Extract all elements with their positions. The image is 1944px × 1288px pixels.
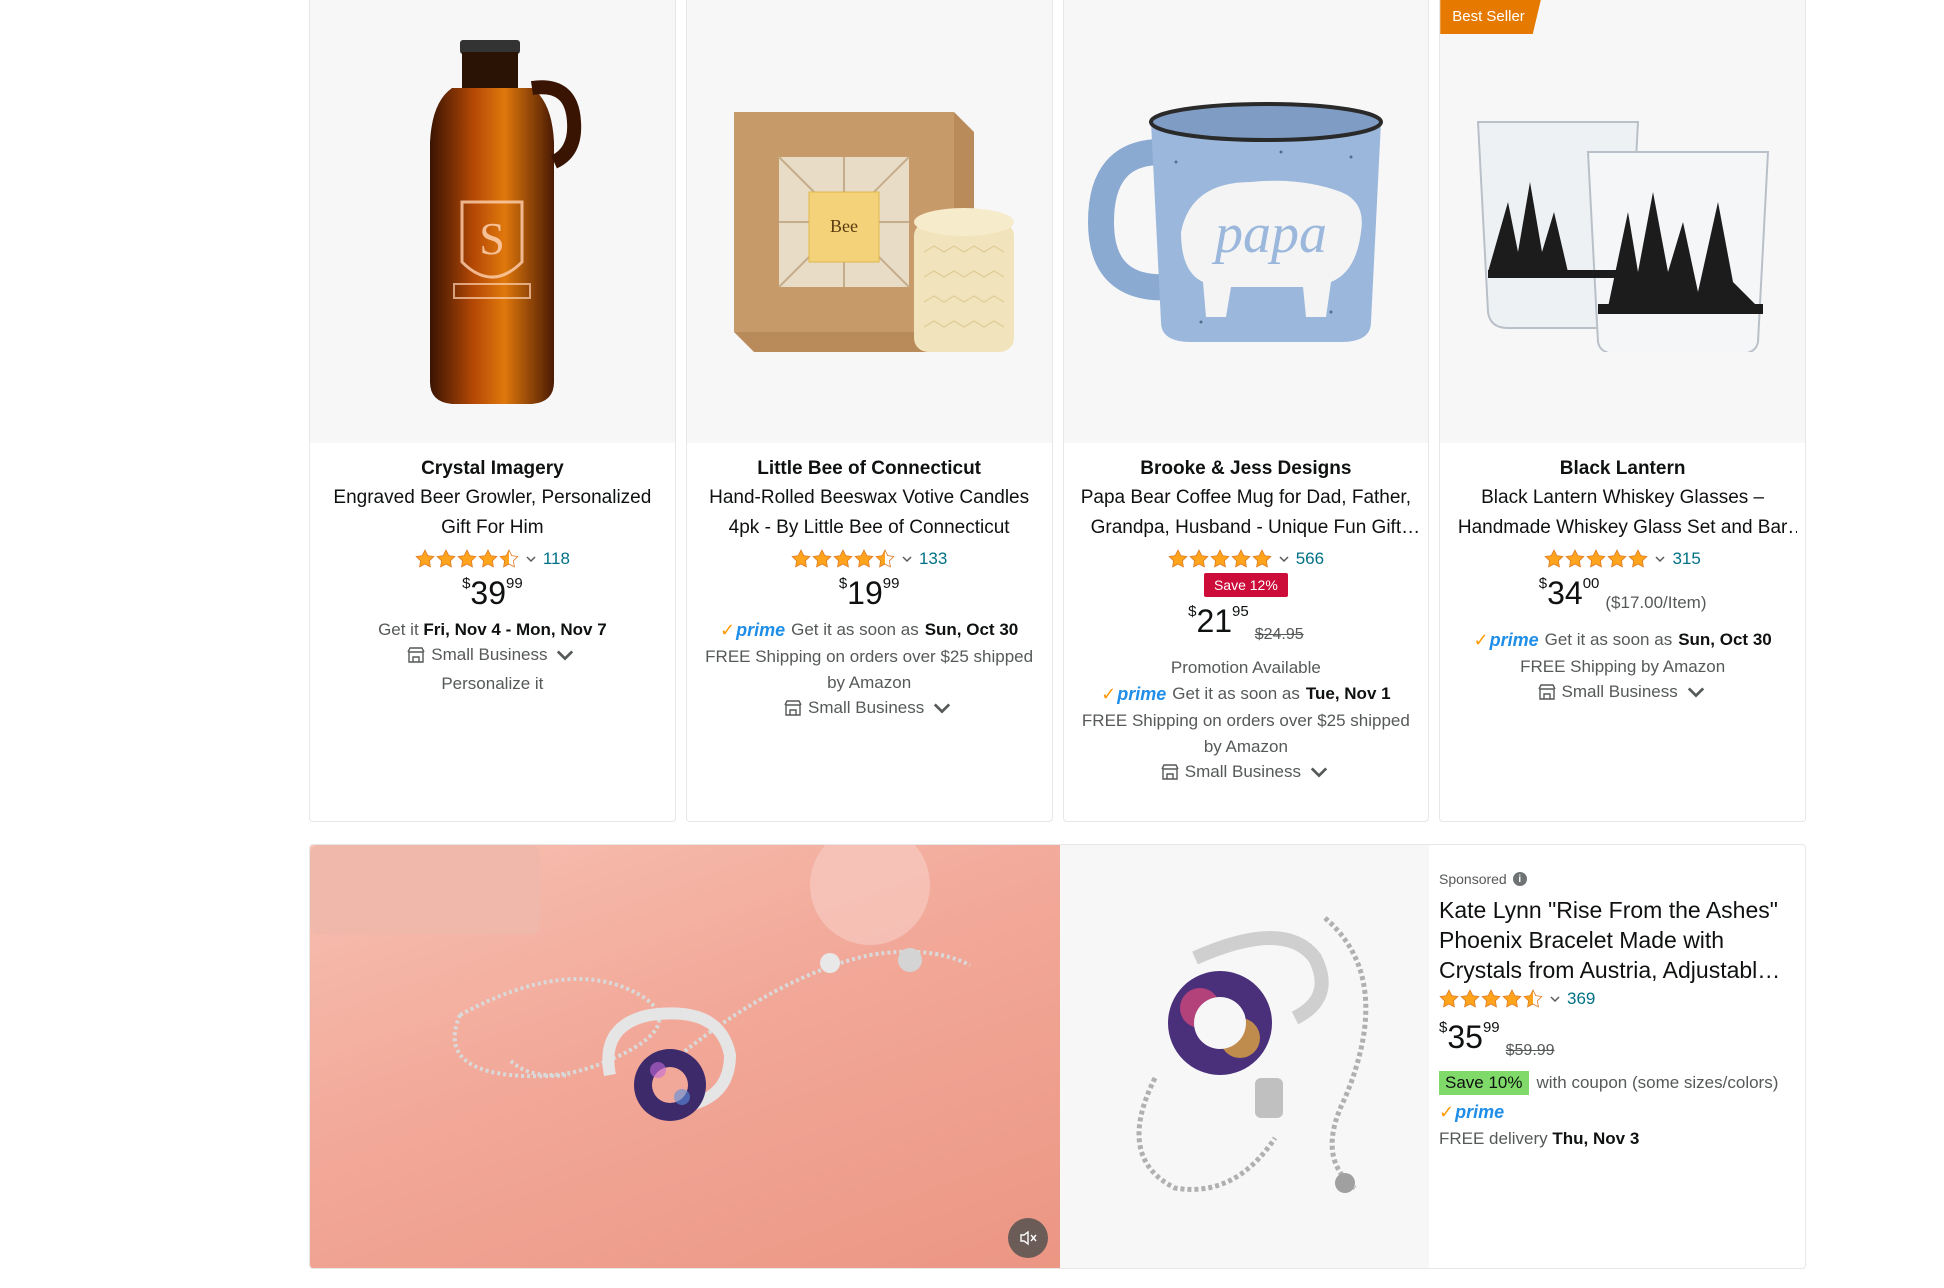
list-price: $24.95	[1254, 626, 1304, 643]
product-title[interactable]: Black Lantern Whiskey Glasses – Handmade…	[1448, 483, 1797, 543]
svg-text:papa: papa	[1211, 203, 1327, 265]
sponsored-title[interactable]: Kate Lynn "Rise From the Ashes" Phoenix …	[1439, 895, 1793, 985]
product-image[interactable]	[1440, 0, 1805, 443]
prime-logo-icon: ✓ prime	[1101, 684, 1167, 704]
product-rating[interactable]: 315	[1448, 549, 1797, 569]
delivery-info: ✓ prime Get it as soon as Tue, Nov 1	[1072, 681, 1421, 708]
product-brand[interactable]: Crystal Imagery	[318, 455, 667, 483]
bracelet-video-frame	[310, 845, 971, 1121]
delivery-info: ✓ prime Get it as soon as Sun, Oct 30	[695, 617, 1044, 644]
rating-count[interactable]: 118	[543, 549, 570, 569]
product-image[interactable]: S	[310, 0, 675, 443]
product-image[interactable]: papa	[1063, 0, 1429, 443]
product-rating[interactable]: 566	[1072, 549, 1421, 569]
whiskey-glasses-image	[1476, 120, 1769, 352]
product-price: $ 19 99	[838, 575, 900, 611]
product-brand[interactable]: Little Bee of Connecticut	[695, 455, 1044, 483]
product-brand[interactable]: Black Lantern	[1448, 455, 1797, 483]
chevron-down-icon[interactable]	[902, 554, 912, 564]
delivery-info: FREE delivery Thu, Nov 3	[1439, 1129, 1640, 1148]
star-rating-icon	[1168, 549, 1272, 569]
save-badge: Save 12%	[1203, 573, 1288, 597]
product-title[interactable]: Engraved Beer Growler, Personalized Gift…	[318, 483, 667, 543]
prime-logo-icon: ✓ prime	[720, 620, 786, 640]
star-rating-icon	[1544, 549, 1649, 569]
rating-count[interactable]: 315	[1672, 549, 1700, 569]
chevron-down-icon	[1310, 767, 1328, 778]
product-card[interactable]: Bee Little Bee of Connecticut Hand-Rolle…	[685, 0, 1053, 822]
list-price: $59.99	[1505, 1042, 1555, 1059]
storefront-icon	[1161, 764, 1179, 780]
product-title[interactable]: Papa Bear Coffee Mug for Dad, Father, Gr…	[1072, 483, 1421, 543]
star-rating-icon	[1439, 989, 1543, 1009]
delivery-info: Get it Fri, Nov 4 - Mon, Nov 7	[378, 620, 607, 639]
sponsored-product-image[interactable]	[1060, 845, 1429, 1268]
chevron-down-icon	[934, 703, 951, 714]
speaker-muted-icon	[1020, 1230, 1037, 1246]
chevron-down-icon[interactable]	[526, 554, 536, 564]
product-price: $ 39 99	[462, 575, 523, 611]
star-rating-icon	[791, 549, 895, 569]
svg-text:S: S	[480, 213, 506, 264]
star-rating-icon	[415, 549, 519, 569]
svg-text:Bee: Bee	[830, 216, 858, 236]
product-price: $ 34 00 ($17.00/Item)	[1539, 575, 1707, 621]
best-seller-badge: Best Seller	[1440, 0, 1541, 34]
sponsored-price: $ 35 99 $59.99	[1439, 1019, 1555, 1069]
coupon-row[interactable]: Save 10% with coupon (some sizes/colors)	[1439, 1071, 1793, 1095]
rating-count[interactable]: 566	[1296, 549, 1324, 569]
candle-box-image: Bee	[734, 111, 1015, 352]
chevron-down-icon	[1687, 687, 1704, 698]
prime-logo-icon: ✓ prime	[1473, 630, 1539, 650]
product-rating[interactable]: 118	[318, 549, 667, 569]
product-card[interactable]: papa Brooke & Jess Designs Papa Bear Cof…	[1062, 0, 1430, 822]
small-business-badge[interactable]: Small Business	[1161, 762, 1331, 782]
chevron-down-icon[interactable]	[1550, 994, 1560, 1004]
delivery-info: ✓ prime Get it as soon as Sun, Oct 30	[1448, 627, 1797, 654]
unit-price: ($17.00/Item)	[1605, 593, 1707, 612]
product-grid: S Crystal Imagery Engraved Beer Growler,…	[309, 0, 1806, 822]
shipping-info: FREE Shipping on orders over $25 shipped…	[705, 647, 1034, 692]
growler-image: S	[430, 39, 582, 404]
storefront-icon	[1537, 684, 1556, 700]
shipping-info: FREE Shipping on orders over $25 shipped…	[1081, 711, 1410, 756]
product-price: $ 21 95 $24.95	[1188, 603, 1304, 653]
info-icon[interactable]: i	[1512, 872, 1527, 886]
chevron-down-icon[interactable]	[1279, 554, 1289, 564]
mug-image: papa	[1087, 101, 1383, 342]
shipping-info: FREE Shipping by Amazon	[1520, 657, 1726, 676]
mute-button[interactable]	[1008, 1218, 1048, 1258]
bracelet-image	[1136, 915, 1368, 1193]
rating-count[interactable]: 369	[1567, 989, 1595, 1009]
rating-count[interactable]: 133	[919, 549, 947, 569]
coupon-badge[interactable]: Save 10%	[1439, 1071, 1529, 1095]
promotion-text: Promotion Available	[1170, 658, 1321, 677]
small-business-badge[interactable]: Small Business	[784, 698, 954, 718]
storefront-icon	[784, 700, 802, 716]
sponsored-product-ad[interactable]: Sponsored i Kate Lynn "Rise From the Ash…	[309, 844, 1806, 1269]
product-image[interactable]: Bee	[686, 0, 1052, 443]
personalize-link[interactable]: Personalize it	[318, 671, 667, 697]
product-rating[interactable]: 133	[695, 549, 1044, 569]
storefront-icon	[407, 647, 425, 663]
sponsored-info: Sponsored i Kate Lynn "Rise From the Ash…	[1429, 845, 1805, 1268]
small-business-badge[interactable]: Small Business	[407, 645, 577, 665]
sponsored-rating[interactable]: 369	[1439, 989, 1793, 1009]
sponsored-video[interactable]	[310, 845, 1060, 1268]
product-card[interactable]: S Crystal Imagery Engraved Beer Growler,…	[309, 0, 676, 822]
product-card[interactable]: Best Seller Black Lantern Black Lantern …	[1439, 0, 1806, 822]
small-business-badge[interactable]: Small Business	[1537, 682, 1708, 702]
chevron-down-icon	[557, 650, 574, 661]
prime-logo-icon: ✓ prime	[1439, 1102, 1505, 1122]
product-title[interactable]: Hand-Rolled Beeswax Votive Candles 4pk -…	[695, 483, 1044, 543]
prime-badge: ✓ prime	[1439, 1099, 1793, 1126]
chevron-down-icon[interactable]	[1655, 554, 1665, 564]
sponsored-label[interactable]: Sponsored i	[1439, 871, 1793, 887]
product-brand[interactable]: Brooke & Jess Designs	[1072, 455, 1421, 483]
